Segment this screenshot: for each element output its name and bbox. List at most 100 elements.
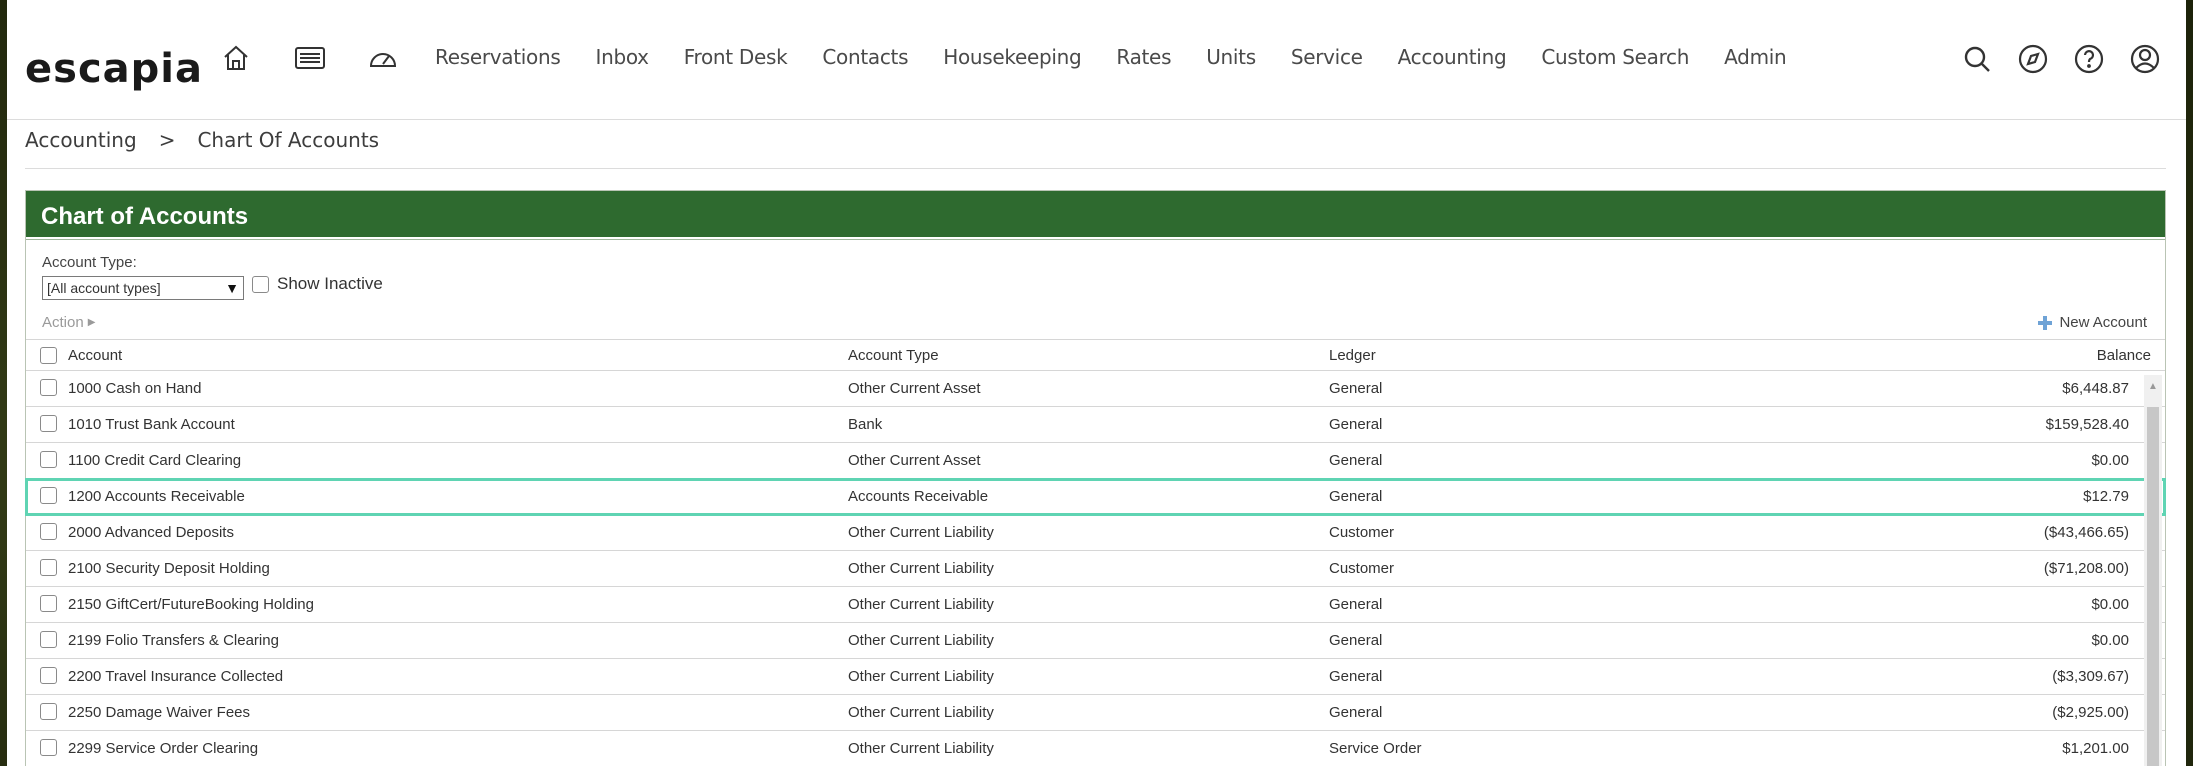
cell-account[interactable]: 2150 GiftCert/FutureBooking Holding — [68, 596, 314, 613]
search-icon[interactable] — [1958, 40, 1996, 78]
table-row[interactable]: 2250 Damage Waiver Fees Other Current Lia… — [26, 695, 2165, 731]
scroll-thumb[interactable] — [2147, 407, 2159, 766]
cell-ledger: General — [1329, 488, 1383, 505]
cell-account[interactable]: 2000 Advanced Deposits — [68, 524, 234, 541]
cell-balance: $0.00 — [2091, 632, 2129, 649]
show-inactive-checkbox[interactable]: Show Inactive — [252, 274, 383, 294]
cell-account-type: Other Current Liability — [848, 560, 994, 577]
cell-account[interactable]: 2199 Folio Transfers & Clearing — [68, 632, 279, 649]
cell-ledger: General — [1329, 704, 1383, 721]
cell-account-type: Other Current Liability — [848, 524, 994, 541]
cell-account[interactable]: 1200 Accounts Receivable — [68, 488, 245, 505]
app-window: escapia Reservations Inbox Front Desk Co… — [7, 0, 2186, 766]
row-checkbox[interactable] — [40, 703, 57, 720]
cell-account-type: Other Current Liability — [848, 668, 994, 685]
column-header-account[interactable]: Account — [68, 347, 122, 364]
breadcrumb-parent[interactable]: Accounting — [25, 128, 137, 152]
cell-ledger: General — [1329, 416, 1383, 433]
cell-balance: ($71,208.00) — [2043, 560, 2129, 577]
nav-contacts[interactable]: Contacts — [822, 45, 908, 69]
escapia-logo[interactable]: escapia — [25, 46, 203, 92]
nav-inbox[interactable]: Inbox — [595, 45, 649, 69]
vertical-scrollbar[interactable]: ▲ — [2144, 375, 2162, 766]
table-header: Account Account Type Ledger Balance — [26, 339, 2165, 371]
cell-account[interactable]: 2100 Security Deposit Holding — [68, 560, 270, 577]
caret-right-icon: ▶ — [87, 317, 96, 328]
nav-admin[interactable]: Admin — [1724, 45, 1787, 69]
plus-icon — [2038, 315, 2053, 330]
nav-units[interactable]: Units — [1206, 45, 1256, 69]
cell-balance: $159,528.40 — [2045, 416, 2129, 433]
cell-ledger: General — [1329, 632, 1383, 649]
cell-balance: $6,448.87 — [2062, 380, 2129, 397]
row-checkbox[interactable] — [40, 559, 57, 576]
table-row[interactable]: 1200 Accounts Receivable Accounts Receiva… — [25, 478, 2166, 516]
row-checkbox[interactable] — [40, 667, 57, 684]
table-row[interactable]: 2200 Travel Insurance Collected Other Cur… — [26, 659, 2165, 695]
keyboard-icon[interactable] — [292, 40, 328, 76]
cell-account[interactable]: 1100 Credit Card Clearing — [68, 452, 241, 469]
utility-icons — [1958, 40, 2164, 78]
user-icon[interactable] — [2126, 40, 2164, 78]
cell-balance: ($43,466.65) — [2043, 524, 2129, 541]
action-menu[interactable]: Action ▶ — [42, 314, 95, 331]
cell-account-type: Accounts Receivable — [848, 488, 989, 505]
new-account-label: New Account — [2059, 314, 2147, 331]
nav-reservations[interactable]: Reservations — [435, 45, 561, 69]
cell-account[interactable]: 2299 Service Order Clearing — [68, 740, 258, 757]
cell-ledger: General — [1329, 452, 1383, 469]
nav-rates[interactable]: Rates — [1116, 45, 1171, 69]
nav-accounting[interactable]: Accounting — [1398, 45, 1507, 69]
help-icon[interactable] — [2070, 40, 2108, 78]
nav-housekeeping[interactable]: Housekeeping — [943, 45, 1081, 69]
cell-account[interactable]: 1000 Cash on Hand — [68, 380, 201, 397]
account-type-select[interactable]: [All account types] ▼ — [42, 276, 244, 300]
cell-balance: $0.00 — [2091, 452, 2129, 469]
table-row[interactable]: 1100 Credit Card Clearing Other Current A… — [26, 443, 2165, 479]
breadcrumb: Accounting > Chart Of Accounts — [25, 128, 379, 152]
show-inactive-label: Show Inactive — [277, 274, 383, 293]
cell-account[interactable]: 2250 Damage Waiver Fees — [68, 704, 250, 721]
cell-account[interactable]: 2200 Travel Insurance Collected — [68, 668, 283, 685]
column-header-balance[interactable]: Balance — [2097, 347, 2151, 364]
column-header-ledger[interactable]: Ledger — [1329, 347, 1376, 364]
nav-front-desk[interactable]: Front Desk — [684, 45, 788, 69]
nav-service[interactable]: Service — [1291, 45, 1363, 69]
cell-account-type: Other Current Liability — [848, 632, 994, 649]
checkbox[interactable] — [252, 275, 269, 293]
row-checkbox[interactable] — [40, 415, 57, 432]
table-row[interactable]: 2199 Folio Transfers & Clearing Other Cur… — [26, 623, 2165, 659]
table-row[interactable]: 2100 Security Deposit Holding Other Curre… — [26, 551, 2165, 587]
chevron-down-icon: ▼ — [225, 280, 239, 296]
home-icon[interactable] — [218, 40, 254, 76]
cell-account[interactable]: 1010 Trust Bank Account — [68, 416, 235, 433]
table-row[interactable]: 1000 Cash on Hand Other Current Asset Gene… — [26, 371, 2165, 407]
row-checkbox[interactable] — [40, 379, 57, 396]
row-checkbox[interactable] — [40, 451, 57, 468]
dashboard-gauge-icon[interactable] — [365, 40, 401, 76]
compass-icon[interactable] — [2014, 40, 2052, 78]
table-row[interactable]: 2299 Service Order Clearing Other Current… — [26, 731, 2165, 766]
column-header-account-type[interactable]: Account Type — [848, 347, 939, 364]
select-all-checkbox[interactable] — [40, 347, 57, 364]
table-row[interactable]: 2000 Advanced Deposits Other Current Liab… — [26, 515, 2165, 551]
row-checkbox[interactable] — [40, 487, 57, 504]
breadcrumb-current: Chart Of Accounts — [197, 128, 380, 152]
chart-of-accounts-panel: Chart of Accounts Account Type: [All acc… — [25, 190, 2166, 766]
table-row[interactable]: 1010 Trust Bank Account Bank General $159,5… — [26, 407, 2165, 443]
row-checkbox[interactable] — [40, 523, 57, 540]
cell-account-type: Other Current Asset — [848, 452, 981, 469]
top-navigation-bar: escapia Reservations Inbox Front Desk Co… — [7, 0, 2186, 120]
cell-ledger: Customer — [1329, 560, 1395, 577]
row-checkbox[interactable] — [40, 739, 57, 756]
scroll-up-icon[interactable]: ▲ — [2148, 381, 2158, 392]
cell-balance: ($2,925.00) — [2052, 704, 2129, 721]
new-account-button[interactable]: New Account — [2037, 314, 2147, 331]
row-checkbox[interactable] — [40, 631, 57, 648]
cell-ledger: Service Order — [1329, 740, 1422, 757]
table-row[interactable]: 2150 GiftCert/FutureBooking Holding Other… — [26, 587, 2165, 623]
cell-ledger: General — [1329, 668, 1383, 685]
nav-custom-search[interactable]: Custom Search — [1541, 45, 1689, 69]
cell-account-type: Other Current Asset — [848, 380, 981, 397]
row-checkbox[interactable] — [40, 595, 57, 612]
